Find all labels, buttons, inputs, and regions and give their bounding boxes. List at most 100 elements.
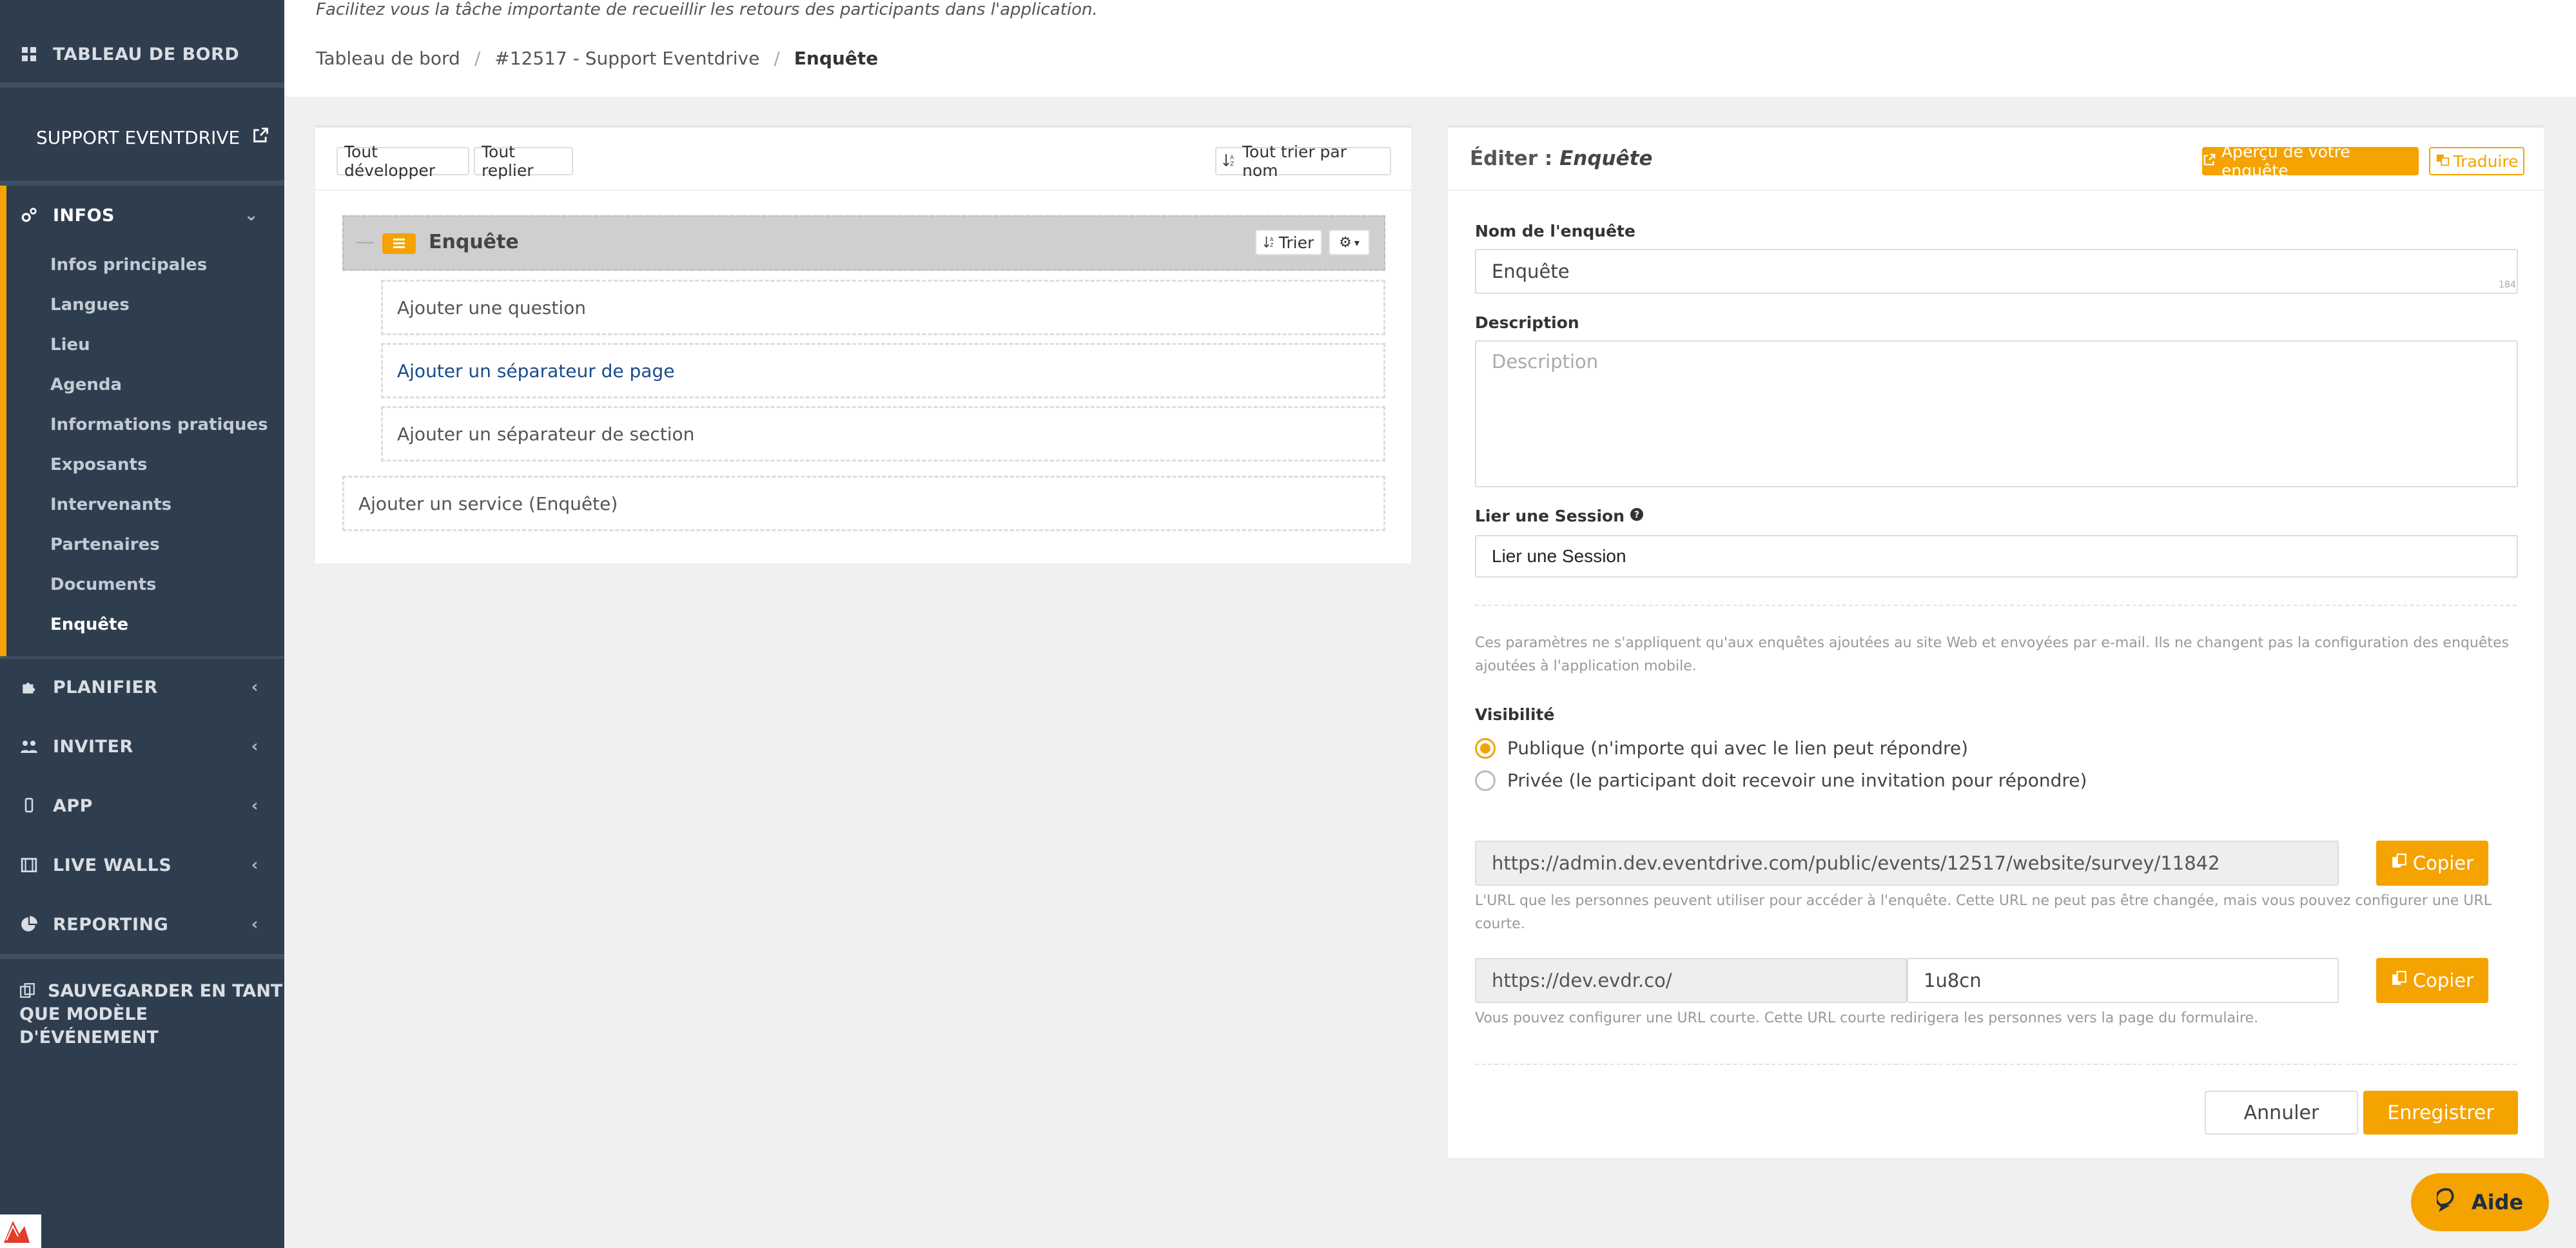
sidebar-subitem-documents[interactable]: Documents xyxy=(50,575,157,594)
sort-all-label: Tout trier par nom xyxy=(1242,142,1347,180)
sidebar-item-label: TABLEAU DE BORD xyxy=(53,44,240,64)
section-divider xyxy=(1475,605,2517,606)
sidebar-item-app[interactable]: APP ‹ xyxy=(0,794,284,817)
tree-node-survey[interactable]: — Enquête AZ Trier ⚙ ▾ xyxy=(342,215,1385,271)
full-url-field[interactable]: https://admin.dev.eventdrive.com/public/… xyxy=(1475,841,2339,886)
add-question-button[interactable]: Ajouter une question xyxy=(381,280,1385,335)
sidebar-divider xyxy=(0,656,284,659)
sidebar-item-label: INFOS xyxy=(53,205,115,226)
film-icon xyxy=(19,855,39,875)
translate-label: Traduire xyxy=(2453,151,2519,171)
chevron-down-icon: ⌄ xyxy=(244,206,259,225)
users-icon xyxy=(19,737,39,756)
sidebar-item-inviter[interactable]: INVITER ‹ xyxy=(0,735,284,758)
panel-divider xyxy=(1448,190,2544,191)
visibility-label: Visibilité xyxy=(1475,705,1555,724)
grid-icon xyxy=(19,44,39,64)
save-button[interactable]: Enregistrer xyxy=(2363,1091,2518,1135)
sidebar-subitem-informations-pratiques[interactable]: Informations pratiques xyxy=(50,415,268,434)
pie-chart-icon xyxy=(19,915,39,934)
breadcrumb: Tableau de bord / #12517 - Support Event… xyxy=(316,48,878,69)
svg-text:?: ? xyxy=(1634,510,1639,520)
sidebar-item-infos[interactable]: INFOS ⌄ xyxy=(0,204,284,227)
survey-name-input[interactable]: Enquête xyxy=(1475,249,2518,294)
copy-icon xyxy=(2391,852,2408,874)
sidebar-subitem-intervenants[interactable]: Intervenants xyxy=(50,495,171,514)
radio-checked[interactable] xyxy=(1475,737,1496,759)
editor-title-name: Enquête xyxy=(1559,147,1653,170)
sidebar-subitem-langues[interactable]: Langues xyxy=(50,295,130,315)
puzzle-icon xyxy=(19,678,39,697)
sidebar-item-support[interactable]: SUPPORT EVENTDRIVE xyxy=(36,126,269,149)
translate-icon xyxy=(2435,152,2450,171)
short-url-input[interactable]: 1u8cn xyxy=(1907,958,2339,1003)
sidebar-subitem-lieu[interactable]: Lieu xyxy=(50,335,90,355)
link-session-label-text: Lier une Session xyxy=(1475,507,1625,525)
sidebar-subitem-exposants[interactable]: Exposants xyxy=(50,455,147,474)
visibility-public-option[interactable]: Publique (n'importe qui avec le lien peu… xyxy=(1475,737,1968,759)
survey-editor-panel: Éditer : Enquête Aperçu de votre enquête… xyxy=(1448,125,2544,1158)
save-as-template-button[interactable]: SAUVEGARDER EN TANT QUE MODÈLE D'ÉVÉNEME… xyxy=(19,980,284,1049)
sidebar-subitem-infos-principales[interactable]: Infos principales xyxy=(50,255,207,275)
copy-icon xyxy=(2391,970,2408,991)
breadcrumb-item-event[interactable]: #12517 - Support Eventdrive xyxy=(494,48,759,69)
survey-tree-panel: Tout développer Tout replier AZ Tout tri… xyxy=(315,125,1411,563)
sidebar-item-dashboard[interactable]: TABLEAU DE BORD xyxy=(0,43,284,66)
survey-name-label: Nom de l'enquête xyxy=(1475,222,1635,240)
sort-all-by-name-button[interactable]: AZ Tout trier par nom xyxy=(1215,142,1391,180)
link-session-select[interactable]: Lier une Session xyxy=(1475,535,2518,578)
node-settings-dropdown[interactable]: ⚙ ▾ xyxy=(1329,229,1370,255)
description-label: Description xyxy=(1475,313,1579,332)
radio-unchecked[interactable] xyxy=(1475,770,1496,791)
add-section-separator-button[interactable]: Ajouter un séparateur de section xyxy=(381,406,1385,462)
panel-divider xyxy=(315,190,1411,191)
sidebar-item-reporting[interactable]: REPORTING ‹ xyxy=(0,913,284,936)
breadcrumb-item-dashboard[interactable]: Tableau de bord xyxy=(316,48,460,69)
visibility-private-option[interactable]: Privée (le participant doit recevoir une… xyxy=(1475,770,2087,791)
chevron-left-icon: ‹ xyxy=(251,855,259,875)
caret-down-icon: ▾ xyxy=(1354,236,1360,249)
copy-icon xyxy=(19,982,36,999)
sidebar-item-planifier[interactable]: PLANIFIER ‹ xyxy=(0,676,284,699)
char-counter: 184 xyxy=(2499,280,2516,290)
sidebar-item-label: INVITER xyxy=(53,736,133,757)
sidebar-divider xyxy=(0,83,284,88)
cancel-button[interactable]: Annuler xyxy=(2205,1091,2358,1135)
tree-node-title: Enquête xyxy=(429,231,519,253)
chevron-left-icon: ‹ xyxy=(251,678,259,697)
add-page-separator-button[interactable]: Ajouter un séparateur de page xyxy=(381,343,1385,398)
app-logo xyxy=(0,1214,41,1248)
breadcrumb-item-current: Enquête xyxy=(794,48,879,69)
short-url-help: Vous pouvez configurer une URL courte. C… xyxy=(1475,1010,2259,1026)
sidebar-divider xyxy=(0,954,284,959)
help-chat-button[interactable]: Aide xyxy=(2411,1173,2549,1231)
sidebar-divider xyxy=(0,180,284,186)
copy-full-url-button[interactable]: Copier xyxy=(2376,841,2488,886)
chevron-left-icon: ‹ xyxy=(251,796,259,815)
sidebar-subitem-agenda[interactable]: Agenda xyxy=(50,375,122,395)
sort-alpha-icon: AZ xyxy=(1264,233,1275,252)
page-subtitle: Facilitez vous la tâche importante de re… xyxy=(316,0,1098,19)
chevron-left-icon: ‹ xyxy=(251,737,259,756)
collapse-all-button[interactable]: Tout replier xyxy=(474,142,573,180)
collapse-toggle-icon[interactable]: — xyxy=(355,231,375,253)
sidebar-item-live-walls[interactable]: LIVE WALLS ‹ xyxy=(0,853,284,877)
translate-button[interactable]: Traduire xyxy=(2429,147,2524,175)
add-service-button[interactable]: Ajouter un service (Enquête) xyxy=(342,476,1385,531)
description-textarea[interactable]: Description xyxy=(1475,340,2518,487)
copy-short-url-button[interactable]: Copier xyxy=(2376,958,2488,1003)
active-section-indicator xyxy=(0,186,6,656)
visibility-public-label: Publique (n'importe qui avec le lien peu… xyxy=(1507,737,1969,759)
sort-node-button[interactable]: AZ Trier xyxy=(1255,229,1322,255)
sidebar-subitem-enquete[interactable]: Enquête xyxy=(50,615,128,634)
preview-survey-button[interactable]: Aperçu de votre enquête xyxy=(2202,142,2419,180)
mobile-icon xyxy=(19,796,39,815)
sidebar: TABLEAU DE BORD SUPPORT EVENTDRIVE INFOS… xyxy=(0,0,284,1248)
expand-all-button[interactable]: Tout développer xyxy=(337,142,469,180)
sidebar-subitem-partenaires[interactable]: Partenaires xyxy=(50,535,160,554)
breadcrumb-separator: / xyxy=(774,48,780,69)
save-as-template-label: SAUVEGARDER EN TANT xyxy=(48,981,283,1001)
save-as-template-label: QUE MODÈLE D'ÉVÉNEMENT xyxy=(19,1004,159,1048)
external-link-icon xyxy=(2202,152,2216,171)
question-circle-icon[interactable]: ? xyxy=(1630,507,1644,525)
